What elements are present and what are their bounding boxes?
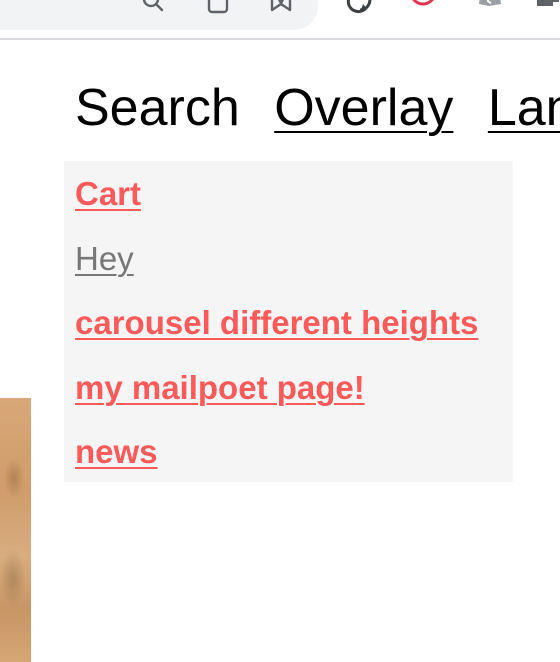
dropdown-item-carousel-different-heights[interactable]: carousel different heights <box>75 302 502 344</box>
main-navigation: Search Overlay Lan <box>75 78 560 138</box>
shopify-extension-icon[interactable] <box>477 0 503 16</box>
nav-item-search[interactable]: Search <box>75 78 240 138</box>
dropdown-item-cart[interactable]: Cart <box>75 173 502 215</box>
nav-item-lan[interactable]: Lan <box>488 78 560 138</box>
search-icon[interactable] <box>140 0 166 16</box>
dropdown-item-hey[interactable]: Hey <box>75 238 502 280</box>
sync-extension-icon[interactable] <box>346 0 372 16</box>
puzzle-extension-icon[interactable] <box>537 0 560 16</box>
dropdown-item-my-mailpoet-page[interactable]: my mailpoet page! <box>75 367 502 409</box>
hero-image <box>0 398 31 662</box>
dropdown-item-news[interactable]: news <box>75 431 502 473</box>
bookmark-star-icon[interactable] <box>268 0 294 16</box>
browser-toolbar <box>0 0 560 40</box>
record-extension-icon[interactable] <box>410 0 436 16</box>
nav-item-overlay[interactable]: Overlay <box>274 78 453 138</box>
install-icon[interactable] <box>205 0 231 16</box>
nav-dropdown-menu: Cart Hey carousel different heights my m… <box>64 161 513 482</box>
